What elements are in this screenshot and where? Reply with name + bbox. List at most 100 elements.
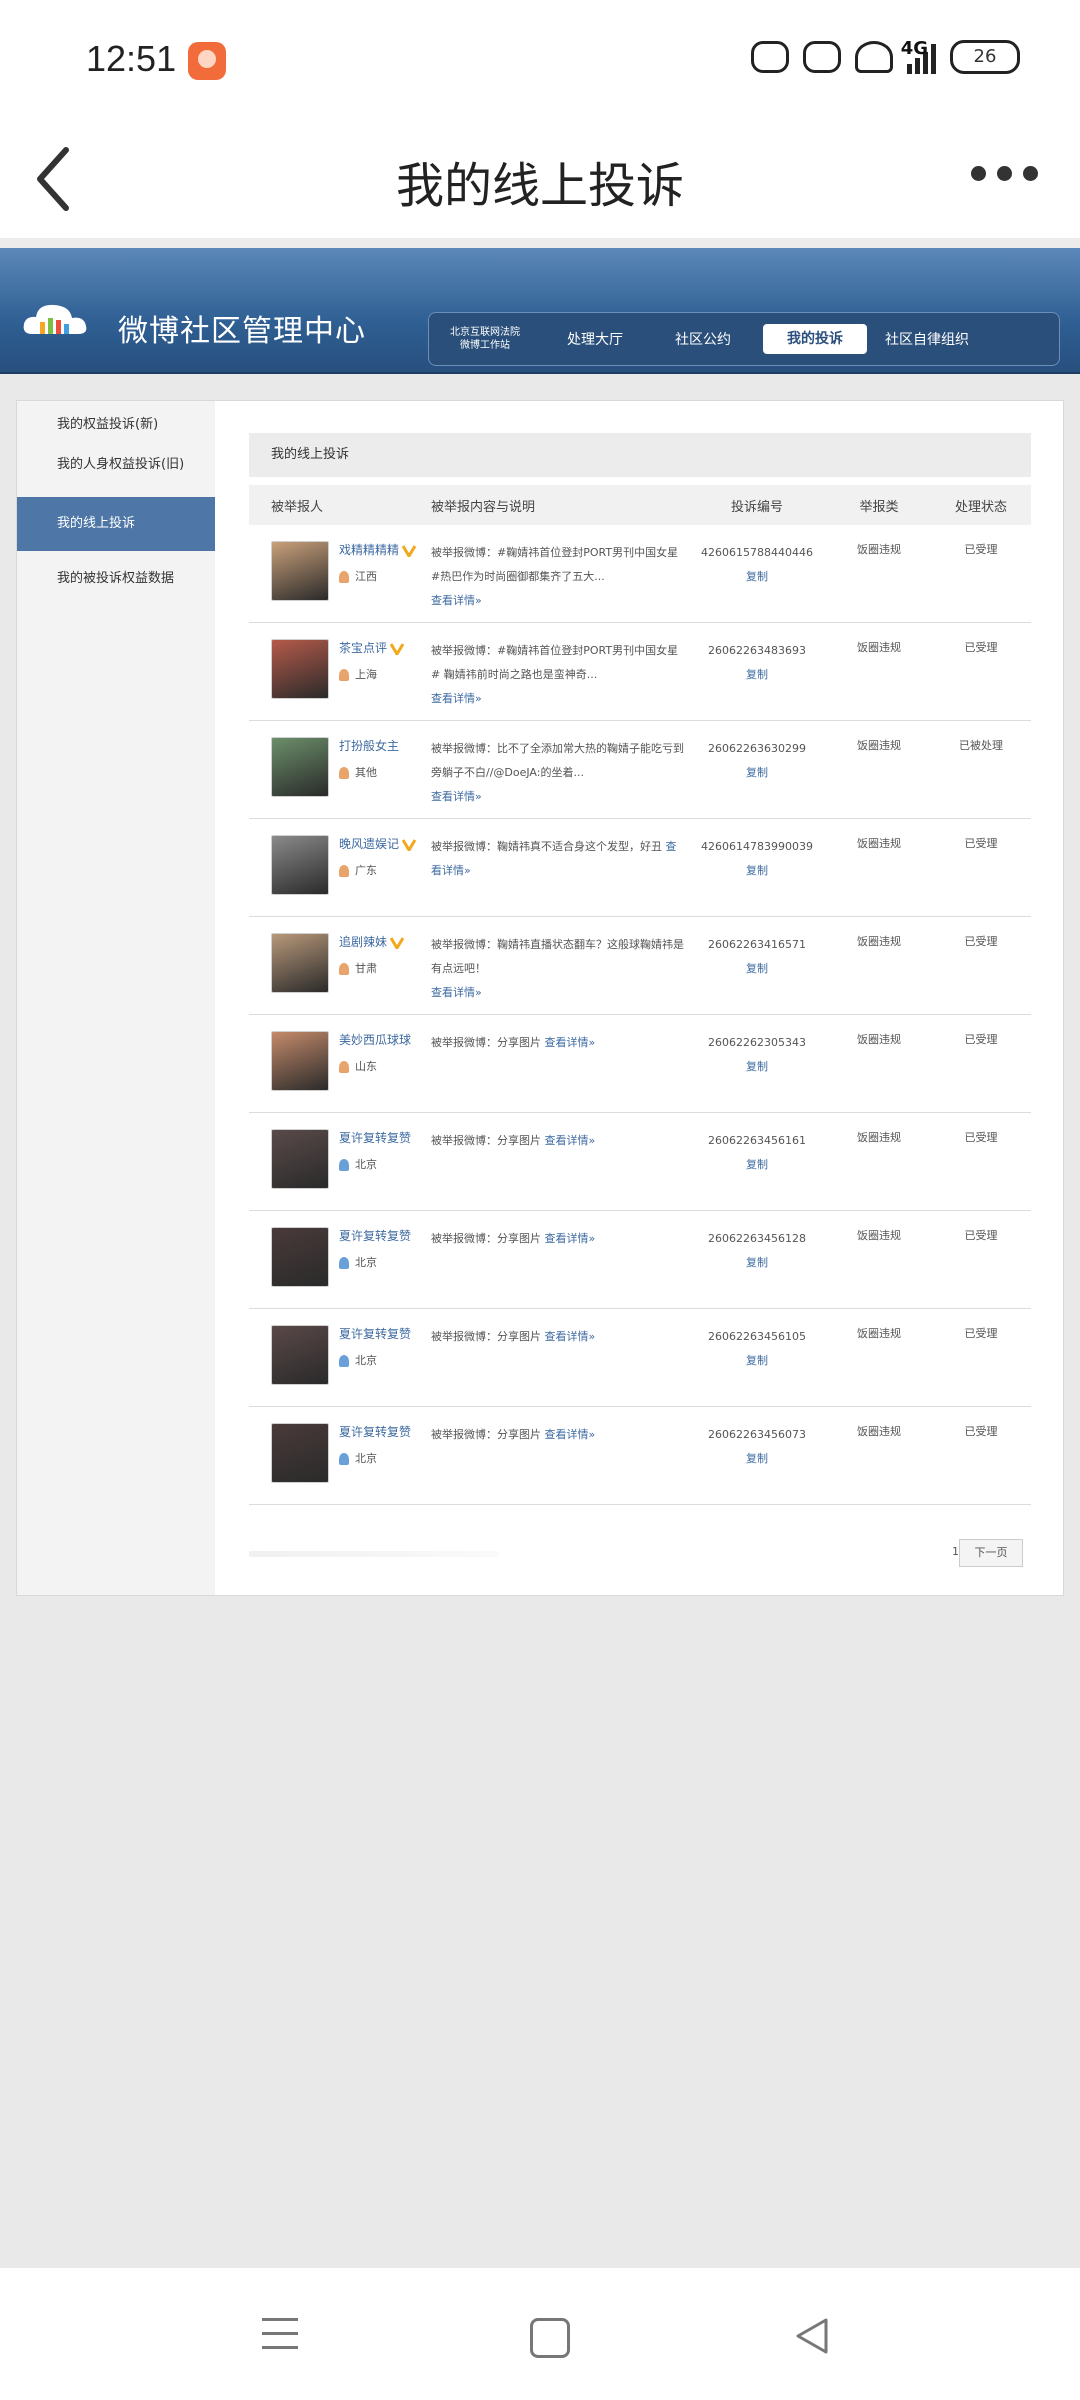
complaint-type: 饭圈违规 (857, 1033, 901, 1046)
site-nav: 北京互联网法院 微博工作站 处理大厅 社区公约 我的投诉 社区自律组织 (428, 312, 1060, 366)
reported-user-cell: 晚风遗娱记 广东 (249, 819, 427, 895)
copy-link[interactable]: 复制 (687, 565, 827, 589)
reported-user-cell: 追剧辣妹 甘肃 (249, 917, 427, 993)
complaint-id: 26062263456161 (708, 1134, 806, 1147)
copy-link[interactable]: 复制 (687, 1153, 827, 1177)
complaint-text: 被举报微博：鞠婧祎真不适合身这个发型，好丑 (431, 840, 662, 853)
nav-my-complaints[interactable]: 我的投诉 (763, 324, 867, 354)
back-triangle-icon[interactable] (792, 2316, 832, 2356)
avatar[interactable] (271, 1423, 329, 1483)
copy-link[interactable]: 复制 (687, 1447, 827, 1471)
avatar[interactable] (271, 1227, 329, 1287)
copy-link[interactable]: 复制 (687, 1055, 827, 1079)
verified-v-icon (402, 545, 417, 557)
complaint-content: 被举报微博：分享图片 查看详情» (427, 1015, 687, 1055)
complaint-id-cell: 26062263416571 复制 (687, 917, 827, 981)
complaint-content: 被举报微博：比不了全添加常大热的鞠婧子能吃亏到旁躺子不白//@DoeJA:的坐着… (427, 721, 687, 809)
copy-link[interactable]: 复制 (687, 1349, 827, 1373)
view-details-link[interactable]: 查看详情» (431, 692, 482, 705)
view-details-link[interactable]: 查看详情» (431, 986, 482, 999)
reported-user-name[interactable]: 夏许复转复赞 (339, 1327, 411, 1341)
complaint-id-cell: 26062263483693 复制 (687, 623, 827, 687)
reported-user-info: 夏许复转复赞 北京 (339, 1423, 411, 1483)
reported-user-cell: 打扮般女主 其他 (249, 721, 427, 797)
reported-user-name[interactable]: 茶宝点评 (339, 641, 387, 655)
sidebar-item-personal-rights-old[interactable]: 我的人身权益投诉(旧) (17, 445, 215, 485)
copy-link[interactable]: 复制 (687, 1251, 827, 1275)
wifi-icon (855, 41, 893, 73)
reported-user-location: 广东 (355, 864, 377, 877)
sidebar-item-complained-data[interactable]: 我的被投诉权益数据 (17, 559, 215, 599)
complaint-type: 饭圈违规 (857, 1327, 901, 1340)
complaint-id: 26062263456073 (708, 1428, 806, 1441)
view-details-link[interactable]: 查看详情» (545, 1232, 596, 1245)
user-location-icon (339, 669, 349, 681)
complaint-status: 已受理 (964, 935, 998, 948)
complaint-content: 被举报微博：分享图片 查看详情» (427, 1309, 687, 1349)
home-icon[interactable] (530, 2318, 570, 2358)
reported-user-name[interactable]: 夏许复转复赞 (339, 1131, 411, 1145)
complaint-id: 26062263416571 (708, 938, 806, 951)
table-row: 夏许复转复赞 北京 被举报微博：分享图片 查看详情» 26062263456128 复制… (249, 1211, 1031, 1309)
nav-court-station[interactable]: 北京互联网法院 微博工作站 (429, 326, 541, 352)
avatar[interactable] (271, 737, 329, 797)
nav-convention[interactable]: 社区公约 (649, 329, 757, 349)
reported-user-name[interactable]: 戏精精精精 (339, 543, 399, 557)
reported-user-cell: 夏许复转复赞北京 (249, 1113, 427, 1189)
reported-user-location: 北京 (355, 1158, 377, 1171)
sidebar-item-rights-new[interactable]: 我的权益投诉(新) (17, 405, 215, 445)
complaint-type: 饭圈违规 (857, 837, 901, 850)
avatar[interactable] (271, 639, 329, 699)
view-details-link[interactable]: 查看详情» (431, 594, 482, 607)
table-row: 追剧辣妹 甘肃 被举报微博：鞠婧祎直播状态翻车？这般球鞠婧祎是有点远吧！ 查看详情» 2… (249, 917, 1031, 1015)
reported-user-name[interactable]: 追剧辣妹 (339, 935, 387, 949)
avatar[interactable] (271, 933, 329, 993)
complaint-status: 已受理 (964, 837, 998, 850)
copy-link[interactable]: 复制 (687, 957, 827, 981)
reported-user-name[interactable]: 打扮般女主 (339, 739, 399, 753)
complaint-id: 4260614783990039 (701, 840, 813, 853)
app-notification-icon (188, 42, 226, 80)
reported-user-info: 夏许复转复赞北京 (339, 1129, 411, 1189)
sidebar-item-online-complaints[interactable]: 我的线上投诉 (17, 497, 215, 551)
avatar[interactable] (271, 1031, 329, 1091)
view-details-link[interactable]: 查看详情» (545, 1330, 596, 1343)
complaint-id: 26062263630299 (708, 742, 806, 755)
view-details-link[interactable]: 查看详情» (431, 790, 482, 803)
avatar[interactable] (271, 541, 329, 601)
reported-user-name[interactable]: 夏许复转复赞 (339, 1229, 411, 1243)
user-location-icon (339, 1355, 349, 1367)
menu-icon[interactable] (262, 2318, 298, 2360)
reported-user-cell: 夏许复转复赞 北京 (249, 1309, 427, 1385)
complaint-type: 饭圈违规 (857, 543, 901, 556)
next-page-button[interactable]: 下一页 (959, 1539, 1023, 1567)
main-panel: 我的权益投诉(新) 我的人身权益投诉(旧) 我的线上投诉 我的被投诉权益数据 我… (16, 400, 1064, 1596)
nav-hall[interactable]: 处理大厅 (541, 329, 649, 349)
reported-user-location: 其他 (355, 766, 377, 779)
page-number[interactable]: 1 (952, 1545, 959, 1558)
page-title: 我的线上投诉 (395, 158, 684, 214)
avatar[interactable] (271, 1325, 329, 1385)
view-details-link[interactable]: 查看详情» (545, 1428, 596, 1441)
reported-user-info: 打扮般女主 其他 (339, 737, 399, 797)
reported-user-name[interactable]: 夏许复转复赞 (339, 1425, 411, 1439)
complaint-id-cell: 26062263456105 复制 (687, 1309, 827, 1373)
more-options-icon[interactable] (971, 166, 1038, 181)
reported-user-info: 茶宝点评 上海 (339, 639, 405, 699)
copy-link[interactable]: 复制 (687, 859, 827, 883)
notification-icon (803, 41, 841, 73)
table-row: 夏许复转复赞 北京 被举报微博：分享图片 查看详情» 26062263456161 复制… (249, 1113, 1031, 1211)
copy-link[interactable]: 复制 (687, 761, 827, 785)
nav-self-discipline[interactable]: 社区自律组织 (873, 329, 981, 349)
avatar[interactable] (271, 835, 329, 895)
reported-user-name[interactable]: 晚风遗娱记 (339, 837, 399, 851)
avatar[interactable] (271, 1129, 329, 1189)
copy-link[interactable]: 复制 (687, 663, 827, 687)
notification-icon (751, 41, 789, 73)
view-details-link[interactable]: 查看详情» (545, 1134, 596, 1147)
view-details-link[interactable]: 查看详情» (545, 1036, 596, 1049)
user-location-icon (339, 1453, 349, 1465)
reported-user-name[interactable]: 美妙西瓜球球 (339, 1033, 411, 1047)
user-location-icon (339, 1159, 349, 1171)
complaint-list: 我的线上投诉 被举报人 被举报内容与说明 投诉编号 举报类 处理状态 戏精精精精… (249, 433, 1031, 1505)
